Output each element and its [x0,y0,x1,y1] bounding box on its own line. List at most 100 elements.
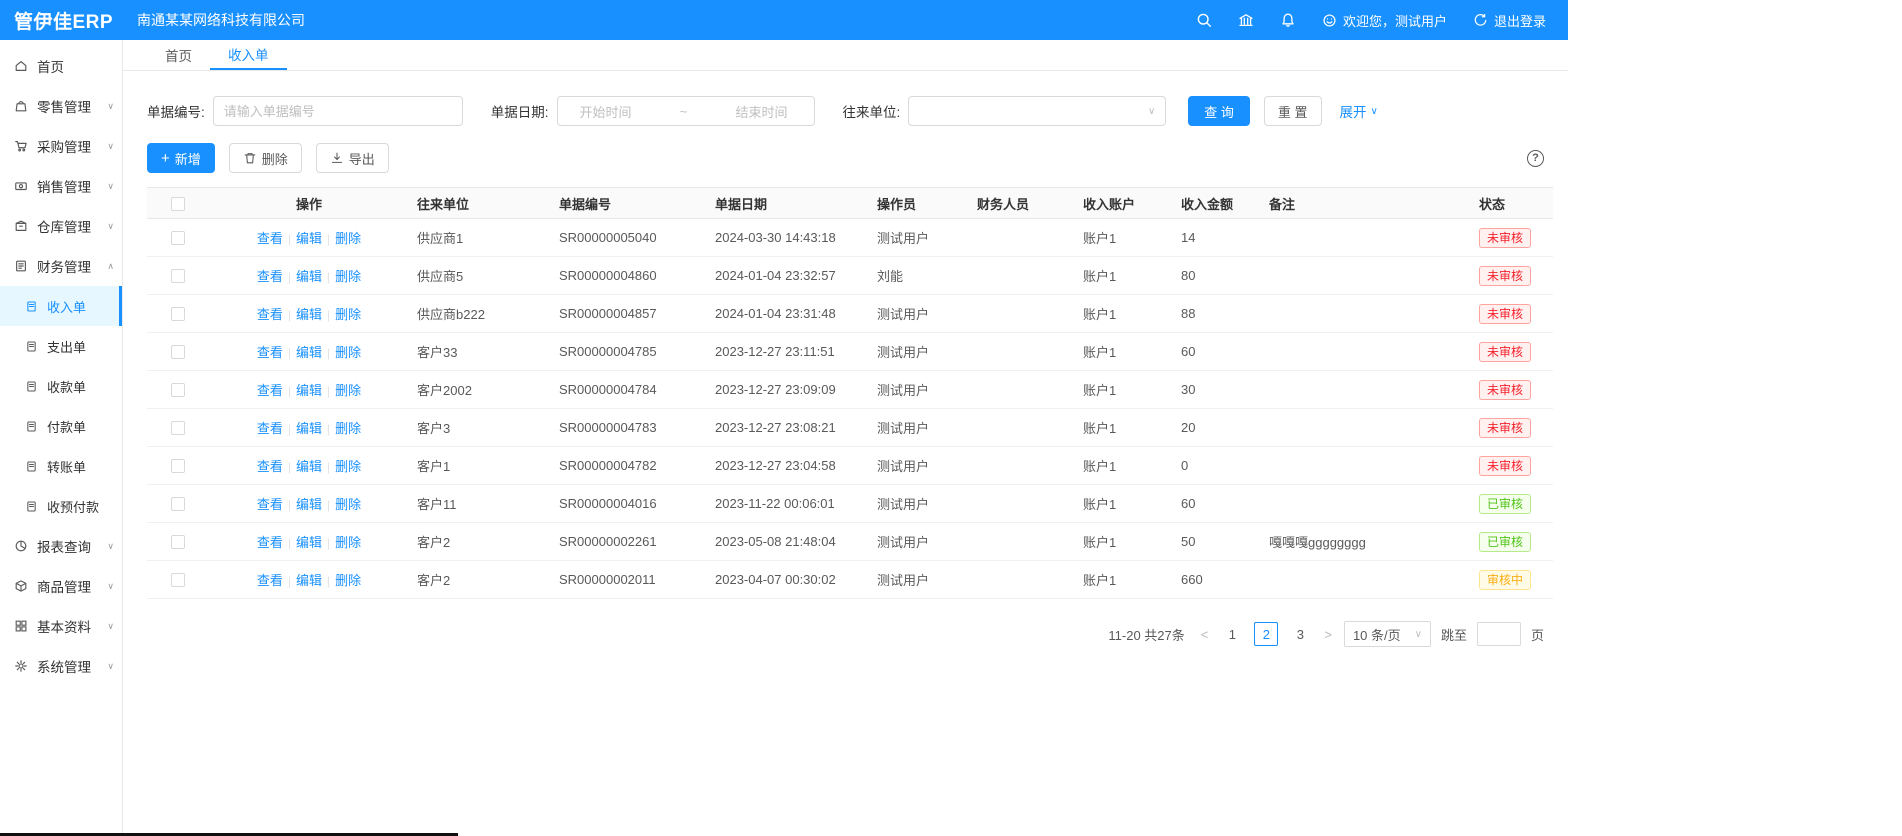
sidebar-subitem-income[interactable]: 收入单 [0,286,122,326]
view-link[interactable]: 查看 [257,497,283,512]
chevron-down-icon: ∨ [107,221,114,232]
sidebar-subitem-prepaid[interactable]: 收预付款 [0,486,122,526]
status-badge: 未审核 [1479,266,1531,286]
search-icon[interactable] [1196,12,1212,28]
sidebar-item-finance[interactable]: 财务管理 ∧ [0,246,122,286]
edit-link[interactable]: 编辑 [296,573,322,588]
sidebar-item-purchase[interactable]: 采购管理 ∨ [0,126,122,166]
row-delete-link[interactable]: 删除 [335,573,361,588]
tab-home[interactable]: 首页 [147,40,210,70]
reset-button[interactable]: 重 置 [1264,96,1322,126]
row-checkbox[interactable] [171,383,185,397]
search-button[interactable]: 查 询 [1188,96,1250,126]
view-link[interactable]: 查看 [257,421,283,436]
page-size-select[interactable]: 10 条/页 ∨ [1344,621,1431,647]
tab-bar: 首页 收入单 [123,40,1568,71]
edit-link[interactable]: 编辑 [296,459,322,474]
view-link[interactable]: 查看 [257,383,283,398]
row-checkbox[interactable] [171,497,185,511]
sidebar-item-sales[interactable]: 销售管理 ∨ [0,166,122,206]
sidebar-item-reports[interactable]: 报表查询 ∨ [0,526,122,566]
view-link[interactable]: 查看 [257,345,283,360]
tab-income[interactable]: 收入单 [210,40,287,70]
row-checkbox[interactable] [171,231,185,245]
row-delete-link[interactable]: 删除 [335,459,361,474]
cell-date: 2023-12-27 23:04:58 [707,447,869,485]
cell-remark: 嘎嘎嘎gggggggg [1261,523,1471,561]
sidebar-item-label: 销售管理 [37,176,91,196]
page-button-1[interactable]: 1 [1220,622,1244,646]
row-checkbox[interactable] [171,269,185,283]
view-link[interactable]: 查看 [257,459,283,474]
sidebar-item-warehouse[interactable]: 仓库管理 ∨ [0,206,122,246]
row-checkbox[interactable] [171,421,185,435]
sidebar-subitem-transfer[interactable]: 转账单 [0,446,122,486]
cell-operator: 测试用户 [869,561,969,599]
page-button-2[interactable]: 2 [1254,622,1278,646]
edit-link[interactable]: 编辑 [296,535,322,550]
row-checkbox[interactable] [171,459,185,473]
logout-button[interactable]: 退出登录 [1473,11,1546,30]
view-link[interactable]: 查看 [257,231,283,246]
row-checkbox[interactable] [171,535,185,549]
view-link[interactable]: 查看 [257,307,283,322]
sidebar-item-system[interactable]: 系统管理 ∨ [0,646,122,686]
view-link[interactable]: 查看 [257,269,283,284]
bell-icon[interactable] [1280,12,1296,28]
view-link[interactable]: 查看 [257,535,283,550]
next-page-button[interactable]: > [1322,627,1334,642]
table-row: 查看|编辑|删除 客户3 SR00000004783 2023-12-27 23… [147,409,1553,447]
page-button-3[interactable]: 3 [1288,622,1312,646]
sidebar-subitem-payment[interactable]: 付款单 [0,406,122,446]
expand-filters-link[interactable]: 展开 ∨ [1340,101,1378,121]
row-delete-link[interactable]: 删除 [335,231,361,246]
export-button[interactable]: 导出 [316,143,389,173]
row-delete-link[interactable]: 删除 [335,497,361,512]
separator: | [327,270,330,284]
delete-button[interactable]: 删除 [229,143,302,173]
sidebar-item-basicdata[interactable]: 基本资料 ∨ [0,606,122,646]
sidebar-item-label: 财务管理 [37,256,91,276]
cell-finance [969,333,1075,371]
row-delete-link[interactable]: 删除 [335,383,361,398]
separator: | [288,384,291,398]
edit-link[interactable]: 编辑 [296,345,322,360]
edit-link[interactable]: 编辑 [296,307,322,322]
edit-link[interactable]: 编辑 [296,231,322,246]
row-delete-link[interactable]: 删除 [335,345,361,360]
unit-select[interactable]: ∨ [908,96,1166,126]
cell-remark [1261,295,1471,333]
table-row: 查看|编辑|删除 供应商1 SR00000005040 2024-03-30 1… [147,219,1553,257]
row-checkbox[interactable] [171,573,185,587]
welcome-user[interactable]: 欢迎您，测试用户 [1322,11,1447,30]
row-delete-link[interactable]: 删除 [335,535,361,550]
sidebar-item-goods[interactable]: 商品管理 ∨ [0,566,122,606]
view-link[interactable]: 查看 [257,573,283,588]
chevron-up-icon: ∧ [107,261,114,272]
bill-no-input[interactable] [213,96,463,126]
row-checkbox[interactable] [171,307,185,321]
table-row: 查看|编辑|删除 供应商5 SR00000004860 2024-01-04 2… [147,257,1553,295]
edit-link[interactable]: 编辑 [296,497,322,512]
sidebar-subitem-expense[interactable]: 支出单 [0,326,122,366]
jump-page-input[interactable] [1477,622,1521,646]
prev-page-button[interactable]: < [1199,627,1211,642]
row-checkbox[interactable] [171,345,185,359]
bank-icon[interactable] [1238,12,1254,28]
sidebar-item-retail[interactable]: 零售管理 ∨ [0,86,122,126]
help-icon[interactable]: ? [1527,150,1544,167]
company-name: 南通某某网络科技有限公司 [137,10,305,30]
sidebar-subitem-receipt[interactable]: 收款单 [0,366,122,406]
row-delete-link[interactable]: 删除 [335,269,361,284]
row-delete-link[interactable]: 删除 [335,307,361,322]
chevron-down-icon: ∨ [107,541,114,552]
add-button[interactable]: + 新增 [147,143,215,173]
row-delete-link[interactable]: 删除 [335,421,361,436]
edit-link[interactable]: 编辑 [296,421,322,436]
date-range-picker[interactable]: 开始时间 ~ 结束时间 [557,96,815,126]
sidebar-item-home[interactable]: 首页 [0,46,122,86]
edit-link[interactable]: 编辑 [296,269,322,284]
edit-link[interactable]: 编辑 [296,383,322,398]
cell-date: 2024-03-30 14:43:18 [707,219,869,257]
select-all-checkbox[interactable] [171,197,185,211]
